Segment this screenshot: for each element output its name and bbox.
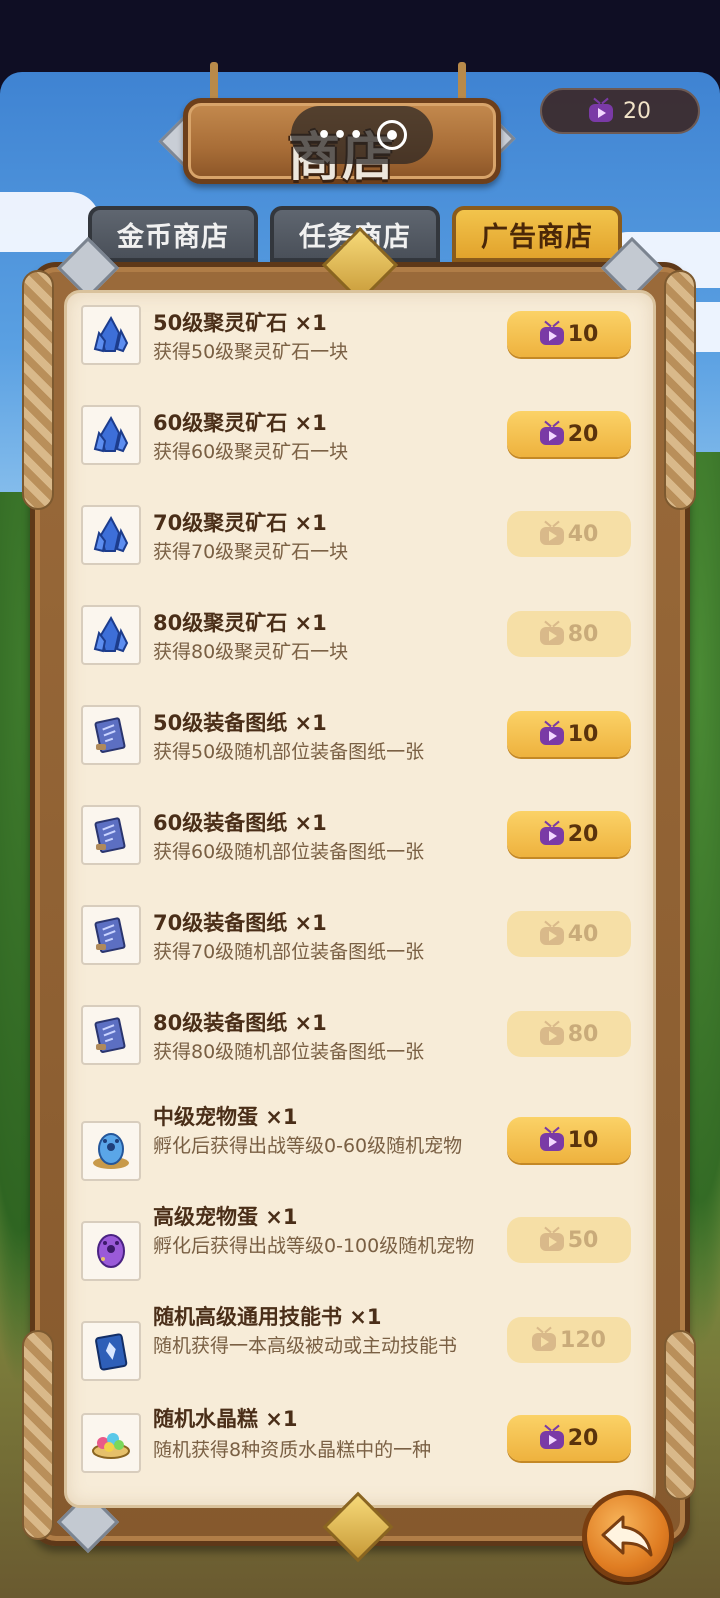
shop-item-row: 中级宠物蛋 ×1 孵化后获得出战等级0-60级随机宠物 10 <box>67 1101 653 1197</box>
tv-ticket-icon <box>539 1020 564 1045</box>
item-desc: 获得70级随机部位装备图纸一张 <box>153 941 425 963</box>
shop-item-row: 50级装备图纸 ×1 获得50级随机部位装备图纸一张 10 <box>67 701 653 797</box>
item-desc: 获得80级随机部位装备图纸一张 <box>153 1041 425 1063</box>
item-desc: 孵化后获得出战等级0-100级随机宠物 <box>153 1235 475 1257</box>
ad-ticket-balance: 20 <box>540 88 700 134</box>
price: 20 <box>567 1425 599 1451</box>
price: 120 <box>560 1327 606 1353</box>
shop-item-row: 随机水晶糕 ×1 随机获得8种资质水晶糕中的一种 20 <box>67 1401 653 1497</box>
tv-ticket-icon <box>539 1126 564 1151</box>
tv-ticket-icon <box>539 620 564 645</box>
back-button[interactable] <box>582 1490 674 1582</box>
crystal-ore-icon <box>81 305 141 365</box>
shop-item-list[interactable]: 50级聚灵矿石 ×1 获得50级聚灵矿石一块 10 60级聚灵矿石 ×1 获得6… <box>64 290 656 1508</box>
back-arrow-icon <box>601 1515 653 1557</box>
shop-item-row: 70级聚灵矿石 ×1 获得70级聚灵矿石一块 40 <box>67 501 653 597</box>
item-name: 60级装备图纸 ×1 <box>153 811 327 835</box>
crystal-cake-icon <box>81 1413 141 1473</box>
item-name: 60级聚灵矿石 ×1 <box>153 411 327 435</box>
shop-item-row: 70级装备图纸 ×1 获得70级随机部位装备图纸一张 40 <box>67 901 653 997</box>
tab-ad-shop[interactable]: 广告商店 <box>452 206 622 262</box>
shop-item-row: 随机高级通用技能书 ×1 随机获得一本高级被动或主动技能书 120 <box>67 1301 653 1397</box>
buy-button[interactable]: 80 <box>507 611 631 657</box>
buy-button[interactable]: 80 <box>507 1011 631 1057</box>
tv-ticket-icon <box>539 420 564 445</box>
item-desc: 随机获得8种资质水晶糕中的一种 <box>153 1439 432 1461</box>
price: 10 <box>567 1127 599 1153</box>
tv-ticket-icon <box>539 820 564 845</box>
buy-button[interactable]: 20 <box>507 811 631 857</box>
buy-button[interactable]: 10 <box>507 1117 631 1163</box>
close-target-icon[interactable] <box>377 120 408 150</box>
crystal-ore-icon <box>81 405 141 465</box>
blue-pet-egg-icon <box>81 1121 141 1181</box>
item-desc: 获得70级聚灵矿石一块 <box>153 541 349 563</box>
blueprint-scroll-icon <box>81 805 141 865</box>
item-name: 80级装备图纸 ×1 <box>153 1011 327 1035</box>
crystal-ore-icon <box>81 505 141 565</box>
price: 80 <box>567 1021 599 1047</box>
item-name: 中级宠物蛋 ×1 <box>153 1105 298 1129</box>
shop-item-row: 50级聚灵矿石 ×1 获得50级聚灵矿石一块 10 <box>67 301 653 397</box>
item-desc: 获得60级随机部位装备图纸一张 <box>153 841 425 863</box>
buy-button[interactable]: 20 <box>507 1415 631 1461</box>
buy-button[interactable]: 120 <box>507 1317 631 1363</box>
item-name: 80级聚灵矿石 ×1 <box>153 611 327 635</box>
item-name: 随机高级通用技能书 ×1 <box>153 1305 382 1329</box>
ticket-count: 20 <box>623 98 651 124</box>
item-name: 70级装备图纸 ×1 <box>153 911 327 935</box>
blueprint-scroll-icon <box>81 905 141 965</box>
more-dots-icon[interactable]: ••• <box>317 123 365 148</box>
price: 50 <box>567 1227 599 1253</box>
buy-button[interactable]: 40 <box>507 911 631 957</box>
item-name: 70级聚灵矿石 ×1 <box>153 511 327 535</box>
tv-ticket-icon <box>539 720 564 745</box>
buy-button[interactable]: 10 <box>507 711 631 757</box>
price: 20 <box>567 421 599 447</box>
shop-item-row: 60级装备图纸 ×1 获得60级随机部位装备图纸一张 20 <box>67 801 653 897</box>
shop-item-row: 80级聚灵矿石 ×1 获得80级聚灵矿石一块 80 <box>67 601 653 697</box>
buy-button[interactable]: 10 <box>507 311 631 357</box>
skill-book-icon <box>81 1321 141 1381</box>
shop-item-row: 80级装备图纸 ×1 获得80级随机部位装备图纸一张 80 <box>67 1001 653 1097</box>
item-desc: 随机获得一本高级被动或主动技能书 <box>153 1335 458 1357</box>
price: 10 <box>567 321 599 347</box>
shop-item-row: 高级宠物蛋 ×1 孵化后获得出战等级0-100级随机宠物 50 <box>67 1201 653 1297</box>
tv-ticket-icon <box>589 97 613 122</box>
tv-ticket-icon <box>539 320 564 345</box>
buy-button[interactable]: 20 <box>507 411 631 457</box>
mini-program-capsule[interactable]: ••• <box>291 106 433 164</box>
tv-ticket-icon <box>532 1326 557 1351</box>
item-name: 50级装备图纸 ×1 <box>153 711 327 735</box>
item-desc: 获得60级聚灵矿石一块 <box>153 441 349 463</box>
tv-ticket-icon <box>539 1424 564 1449</box>
price: 40 <box>567 921 599 947</box>
tv-ticket-icon <box>539 920 564 945</box>
crystal-ore-icon <box>81 605 141 665</box>
item-name: 50级聚灵矿石 ×1 <box>153 311 327 335</box>
buy-button[interactable]: 40 <box>507 511 631 557</box>
item-desc: 孵化后获得出战等级0-60级随机宠物 <box>153 1135 463 1157</box>
item-name: 随机水晶糕 ×1 <box>153 1407 298 1431</box>
blueprint-scroll-icon <box>81 1005 141 1065</box>
item-desc: 获得80级聚灵矿石一块 <box>153 641 349 663</box>
blueprint-scroll-icon <box>81 705 141 765</box>
shop-item-row: 60级聚灵矿石 ×1 获得60级聚灵矿石一块 20 <box>67 401 653 497</box>
tab-coin-shop[interactable]: 金币商店 <box>88 206 258 262</box>
tv-ticket-icon <box>539 520 564 545</box>
purple-pet-egg-icon <box>81 1221 141 1281</box>
price: 80 <box>567 621 599 647</box>
price: 40 <box>567 521 599 547</box>
buy-button[interactable]: 50 <box>507 1217 631 1263</box>
price: 10 <box>567 721 599 747</box>
item-desc: 获得50级聚灵矿石一块 <box>153 341 349 363</box>
price: 20 <box>567 821 599 847</box>
tv-ticket-icon <box>539 1226 564 1251</box>
item-name: 高级宠物蛋 ×1 <box>153 1205 298 1229</box>
item-desc: 获得50级随机部位装备图纸一张 <box>153 741 425 763</box>
